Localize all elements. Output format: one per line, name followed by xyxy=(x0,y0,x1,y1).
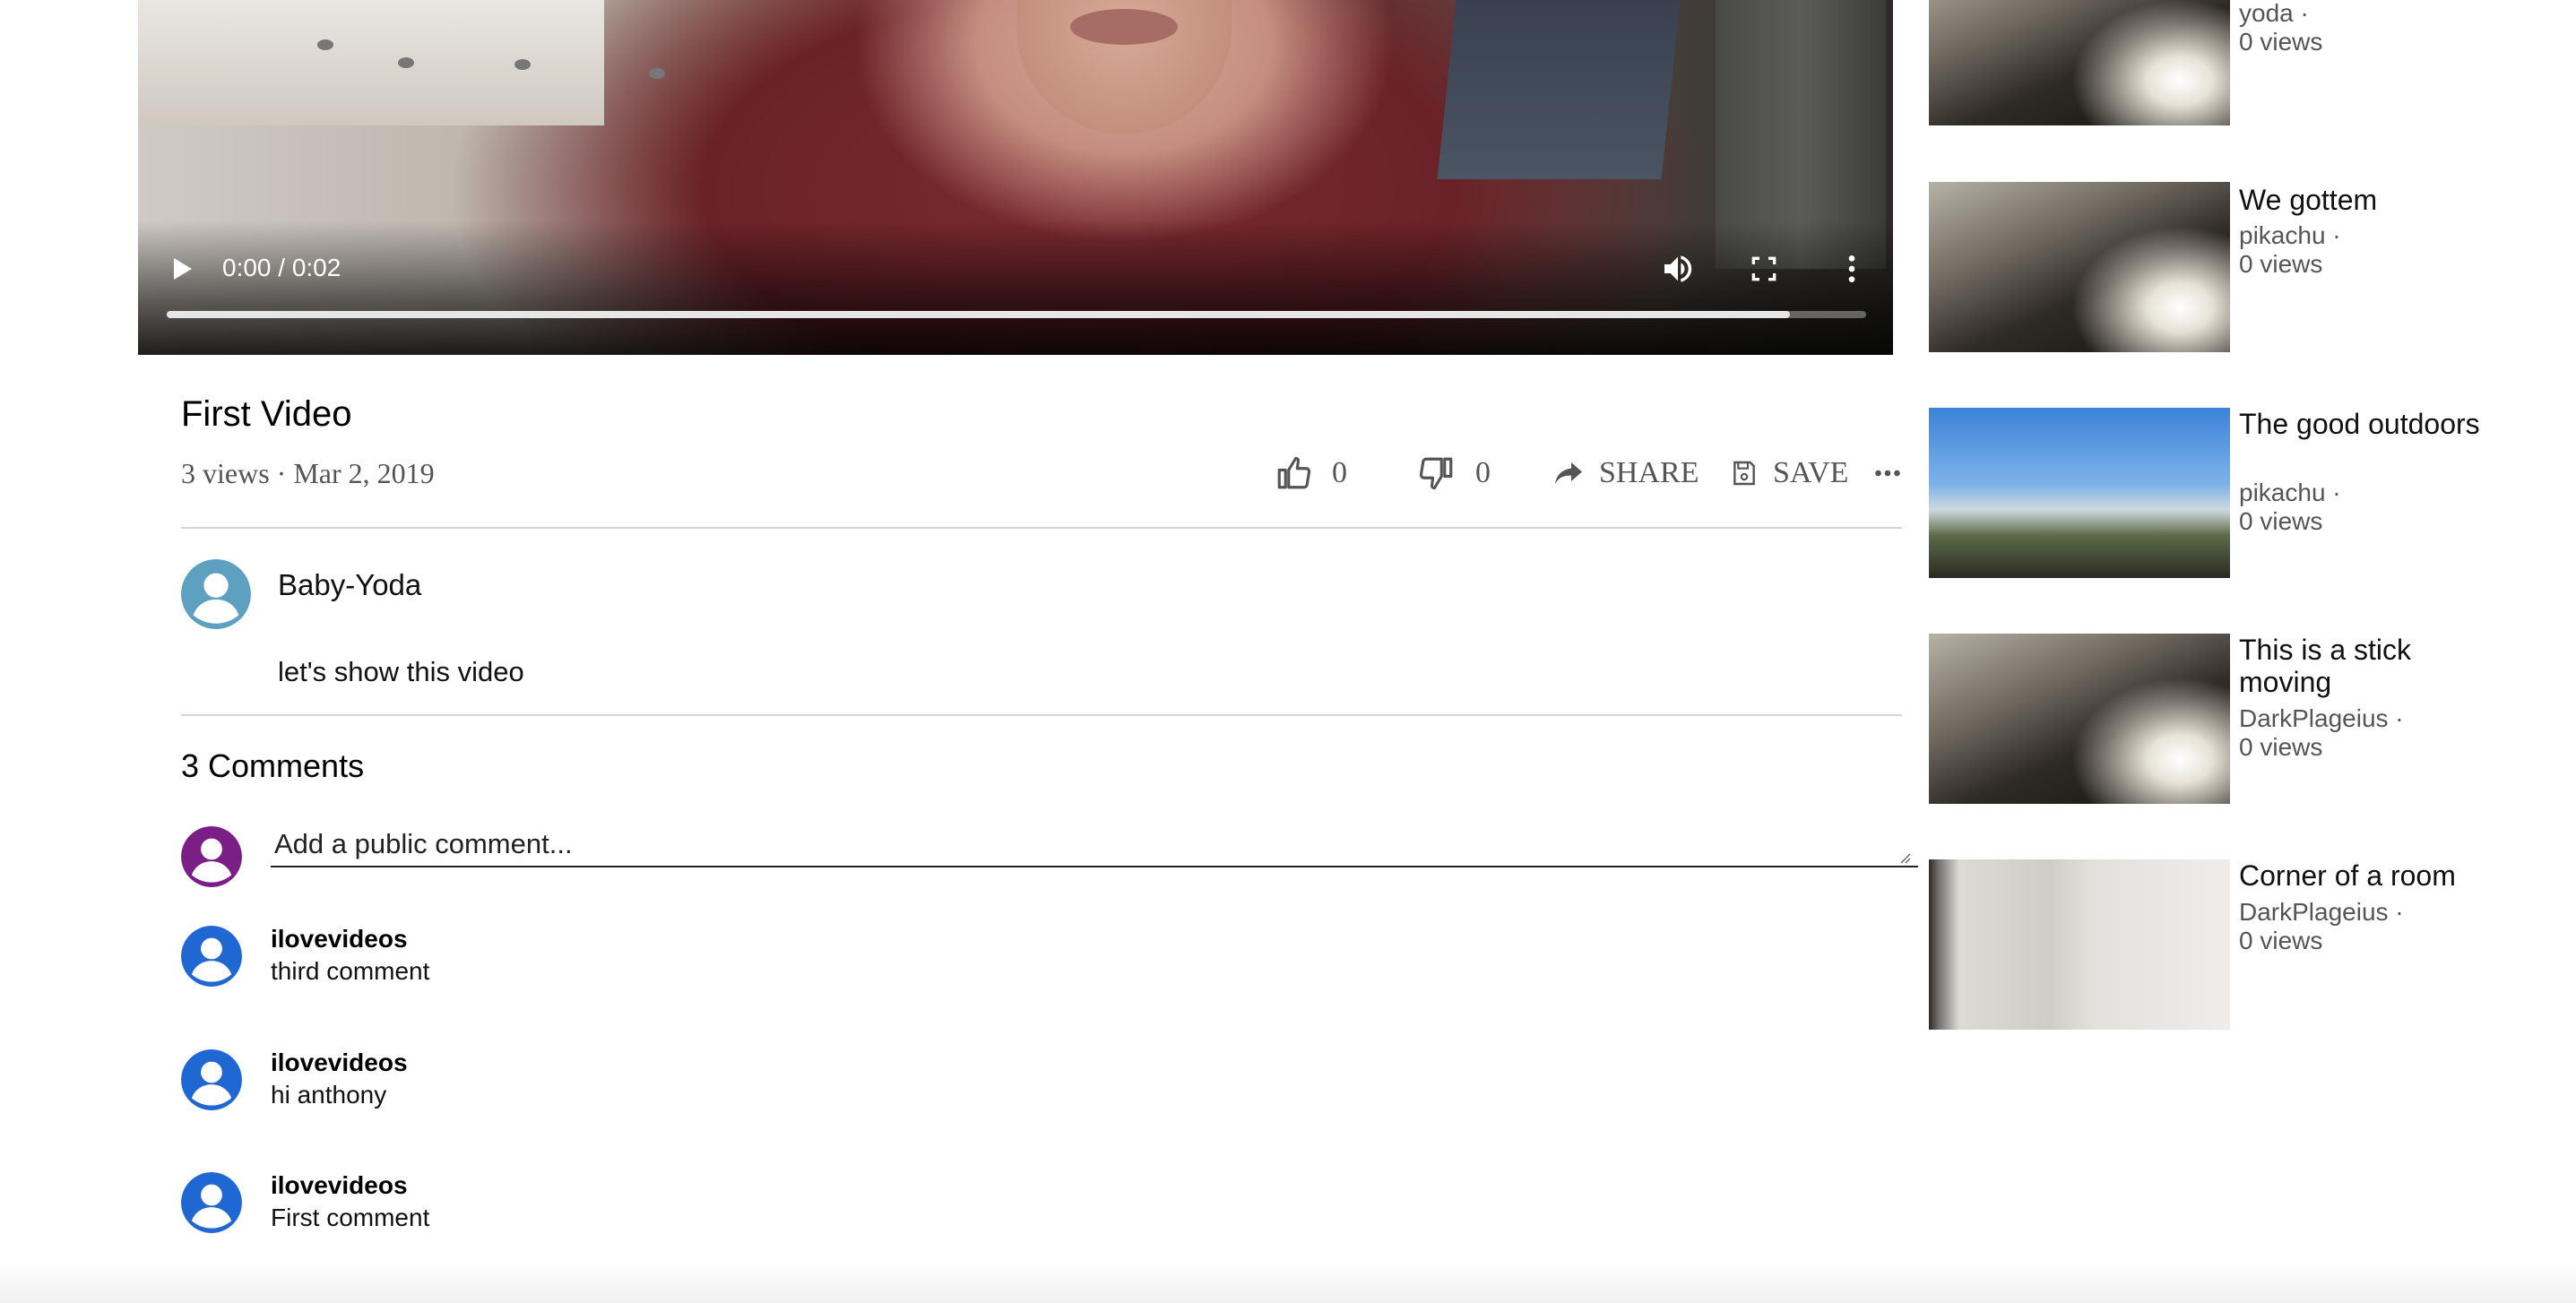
sidebar-video-channel: yoda · xyxy=(2239,0,2309,27)
sidebar-video-views: 0 views xyxy=(2239,927,2323,954)
share-button[interactable]: SHARE xyxy=(1552,448,1699,498)
volume-icon[interactable] xyxy=(1660,251,1696,287)
sidebar-video-title: The good outdoors xyxy=(2239,408,2480,440)
video-thumbnail[interactable] xyxy=(1929,634,2230,804)
time-display: 0:00 / 0:02 xyxy=(222,254,341,281)
comments-count: 3 Comments xyxy=(181,747,365,784)
comment-text: third comment xyxy=(271,957,430,985)
dislike-button[interactable]: 0 xyxy=(1418,448,1491,498)
commenter-avatar xyxy=(181,926,242,987)
comment-author: ilovevideos xyxy=(271,925,408,953)
progress-fill xyxy=(167,311,1790,318)
my-avatar xyxy=(181,826,242,887)
video-thumbnail[interactable] xyxy=(1929,408,2230,578)
video-meta: 3 views · Mar 2, 2019 xyxy=(181,457,435,489)
video-thumbnail[interactable] xyxy=(1929,182,2230,352)
commenter-avatar xyxy=(181,1172,242,1233)
comment-author: ilovevideos xyxy=(271,1171,408,1199)
more-actions-icon[interactable] xyxy=(1871,448,1904,498)
thumbs-down-icon xyxy=(1418,453,1456,493)
sidebar-video-channel: DarkPlageius · xyxy=(2239,704,2404,732)
share-label: SHARE xyxy=(1599,456,1699,489)
save-label: SAVE xyxy=(1773,456,1849,489)
sidebar-video-channel: DarkPlageius · xyxy=(2239,898,2404,926)
progress-bar[interactable] xyxy=(167,311,1866,318)
comment-text: First comment xyxy=(271,1204,430,1231)
channel-name[interactable]: Baby-Yoda xyxy=(278,568,421,602)
channel-avatar[interactable] xyxy=(181,559,251,629)
comment-text: hi anthony xyxy=(271,1081,387,1109)
sidebar-video-views: 0 views xyxy=(2239,507,2323,535)
save-icon xyxy=(1730,458,1759,488)
sidebar-video-item[interactable]: This is a stick moving DarkPlageius · 0 … xyxy=(1929,634,2556,806)
video-title: First Video xyxy=(181,394,352,434)
sidebar-video-views: 0 views xyxy=(2239,250,2323,278)
comment-author: ilovevideos xyxy=(271,1048,408,1076)
commenter-avatar xyxy=(181,1049,242,1110)
resize-grip-icon[interactable] xyxy=(1898,851,1911,864)
save-button[interactable]: SAVE xyxy=(1730,448,1848,498)
dislike-count: 0 xyxy=(1475,456,1491,489)
like-button[interactable]: 0 xyxy=(1275,448,1347,498)
video-thumbnail[interactable] xyxy=(1929,0,2230,125)
comment-input[interactable] xyxy=(271,828,1918,867)
share-icon xyxy=(1552,457,1585,489)
video-description: let's show this video xyxy=(278,656,524,687)
sidebar-video-views: 0 views xyxy=(2239,733,2323,761)
sidebar-video-views: 0 views xyxy=(2239,28,2323,56)
video-thumbnail[interactable] xyxy=(1929,859,2230,1030)
sidebar-video-item[interactable]: yoda · 0 views xyxy=(1929,0,2556,127)
play-button[interactable] xyxy=(170,255,195,282)
sidebar-video-channel: pikachu · xyxy=(2239,221,2341,249)
sidebar-video-title: Corner of a room xyxy=(2239,859,2456,892)
like-count: 0 xyxy=(1332,456,1347,489)
sidebar-video-item[interactable]: The good outdoors pikachu · 0 views xyxy=(1929,408,2556,580)
thumbs-up-icon xyxy=(1275,453,1312,493)
divider xyxy=(181,527,1902,529)
sidebar-video-item[interactable]: Corner of a room DarkPlageius · 0 views xyxy=(1929,859,2556,1031)
sidebar-video-item[interactable]: We gottem pikachu · 0 views xyxy=(1929,182,2556,354)
divider xyxy=(181,714,1902,716)
sidebar-video-channel: pikachu · xyxy=(2239,479,2341,506)
sidebar-video-title: This is a stick moving xyxy=(2239,634,2412,698)
sidebar-video-title: We gottem xyxy=(2239,184,2378,216)
more-options-icon[interactable] xyxy=(1834,251,1870,287)
fullscreen-icon[interactable] xyxy=(1746,251,1782,287)
video-player[interactable]: 0:00 / 0:02 xyxy=(138,0,1893,355)
